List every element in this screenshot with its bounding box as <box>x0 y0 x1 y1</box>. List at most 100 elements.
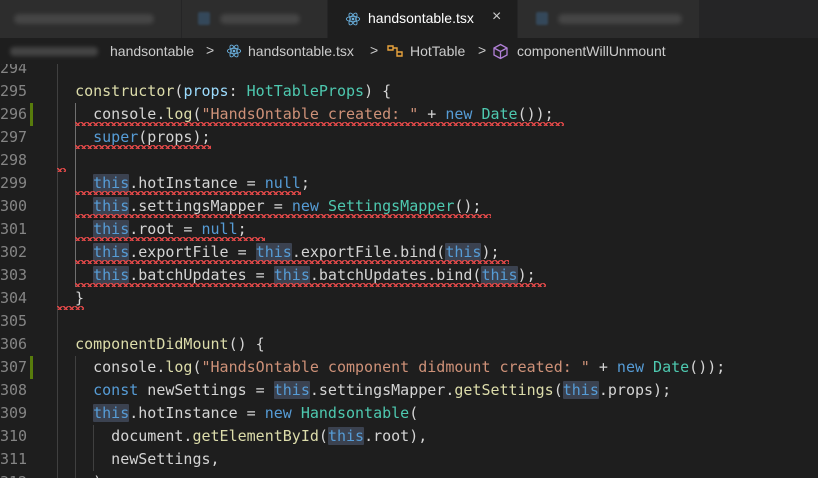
line-number: 312 <box>0 471 27 478</box>
code-token: componentDidMount <box>75 335 229 353</box>
code-token: ; <box>300 174 310 192</box>
tab-label: handsontable.tsx <box>368 10 474 26</box>
code-token: "HandsOntable component didmount created… <box>201 358 590 376</box>
code-line: componentDidMount() { <box>57 333 265 356</box>
code-token: newSettings = <box>138 381 274 399</box>
code-token: ( <box>553 381 563 399</box>
code-token: .props); <box>598 381 672 399</box>
code-line: console.log("HandsOntable component didm… <box>57 356 725 379</box>
code-token: ); <box>481 243 500 261</box>
code-editor[interactable]: 294 295 constructor(props: HotTableProps)… <box>0 64 818 478</box>
modified-line-marker <box>30 356 33 379</box>
code-token: log <box>165 105 193 123</box>
breadcrumb-class[interactable]: HotTable <box>410 43 465 59</box>
line-number: 310 <box>0 427 28 445</box>
breadcrumb-method[interactable]: componentWillUnmount <box>517 43 666 59</box>
close-icon[interactable]: × <box>492 8 501 26</box>
code-token: + <box>418 105 446 123</box>
line-number: 294 <box>0 64 28 77</box>
code-token: .root = <box>129 220 202 238</box>
code-token: Handsontable <box>300 404 410 422</box>
line-number: 308 <box>0 381 28 399</box>
code-token: HotTableProps <box>246 82 365 100</box>
blurred-tab-label <box>558 14 682 24</box>
code-token: new <box>291 197 319 215</box>
code-token: getElementById <box>192 427 319 445</box>
code-token: document. <box>57 427 193 445</box>
line-number: 306 <box>0 335 28 353</box>
code-token: console. <box>57 105 166 123</box>
code-token: } <box>57 289 85 307</box>
code-token: ; <box>237 220 247 238</box>
breadcrumb: handsontable > handsontable.tsx > HotTab… <box>0 38 818 64</box>
indent-guide <box>75 356 77 478</box>
code-token: ()); <box>517 105 554 123</box>
breadcrumb-separator: > <box>206 42 215 58</box>
tab-blurred-1[interactable] <box>0 0 182 38</box>
code-token: this <box>93 266 130 284</box>
code-token: this <box>93 197 130 215</box>
code-token: this <box>273 381 310 399</box>
code-token: .root), <box>364 427 428 445</box>
react-icon <box>226 44 242 58</box>
code-token: new <box>264 404 292 422</box>
tab-handsontable-tsx[interactable]: handsontable.tsx × <box>328 0 518 38</box>
code-token: ()); <box>689 358 726 376</box>
code-token: (props); <box>138 128 211 146</box>
line-number: 302 <box>0 243 28 261</box>
code-token: getSettings <box>454 381 554 399</box>
code-token: SettingsMapper <box>327 197 455 215</box>
file-icon <box>536 12 548 25</box>
cube-method-icon <box>493 43 508 60</box>
line-number: 307 <box>0 358 28 376</box>
code-token: ( <box>192 105 202 123</box>
code-token: newSettings, <box>57 450 220 468</box>
code-token: .exportFile.bind( <box>291 243 446 261</box>
line-number: 297 <box>0 128 28 146</box>
code-token: log <box>165 358 193 376</box>
code-token: ( <box>409 404 419 422</box>
breadcrumb-folder[interactable]: handsontable <box>110 43 194 59</box>
breadcrumb-separator: > <box>370 42 379 58</box>
code-token: .settingsMapper. <box>309 381 455 399</box>
error-squiggle <box>57 168 67 172</box>
blurred-tab-label <box>14 14 154 24</box>
code-token: this <box>562 381 599 399</box>
code-token: .batchUpdates = <box>129 266 274 284</box>
error-squiggle <box>75 191 302 195</box>
line-number: 311 <box>0 450 28 468</box>
code-token: new <box>616 358 645 376</box>
code-token: : <box>228 82 247 100</box>
line-number: 296 <box>0 105 28 123</box>
line-number: 295 <box>0 82 28 100</box>
code-line: ); <box>57 471 111 478</box>
tab-bar: handsontable.tsx × <box>0 0 818 38</box>
code-token: .hotInstance = <box>129 174 265 192</box>
code-token: .settingsMapper = <box>129 197 292 215</box>
code-token: Date <box>653 358 690 376</box>
code-token: this <box>481 266 518 284</box>
tab-blurred-3[interactable] <box>518 0 700 38</box>
line-number: 298 <box>0 151 28 169</box>
code-token: super <box>93 128 139 146</box>
blurred-breadcrumb-path <box>10 47 98 56</box>
indent-guide <box>57 64 58 478</box>
tab-blurred-2[interactable] <box>182 0 328 38</box>
code-token: + <box>589 358 617 376</box>
code-token: ) { <box>364 82 392 100</box>
breadcrumb-file[interactable]: handsontable.tsx <box>248 43 354 59</box>
code-token: null <box>264 174 301 192</box>
code-line: const newSettings = this.settingsMapper.… <box>57 379 671 402</box>
code-token: constructor <box>75 82 175 100</box>
code-line: document.getElementById(this.root), <box>57 425 427 448</box>
line-number: 309 <box>0 404 28 422</box>
line-number: 300 <box>0 197 28 215</box>
code-token: this <box>255 243 292 261</box>
breadcrumb-separator: > <box>478 42 487 58</box>
error-squiggle <box>75 237 266 241</box>
error-squiggle <box>75 122 564 126</box>
